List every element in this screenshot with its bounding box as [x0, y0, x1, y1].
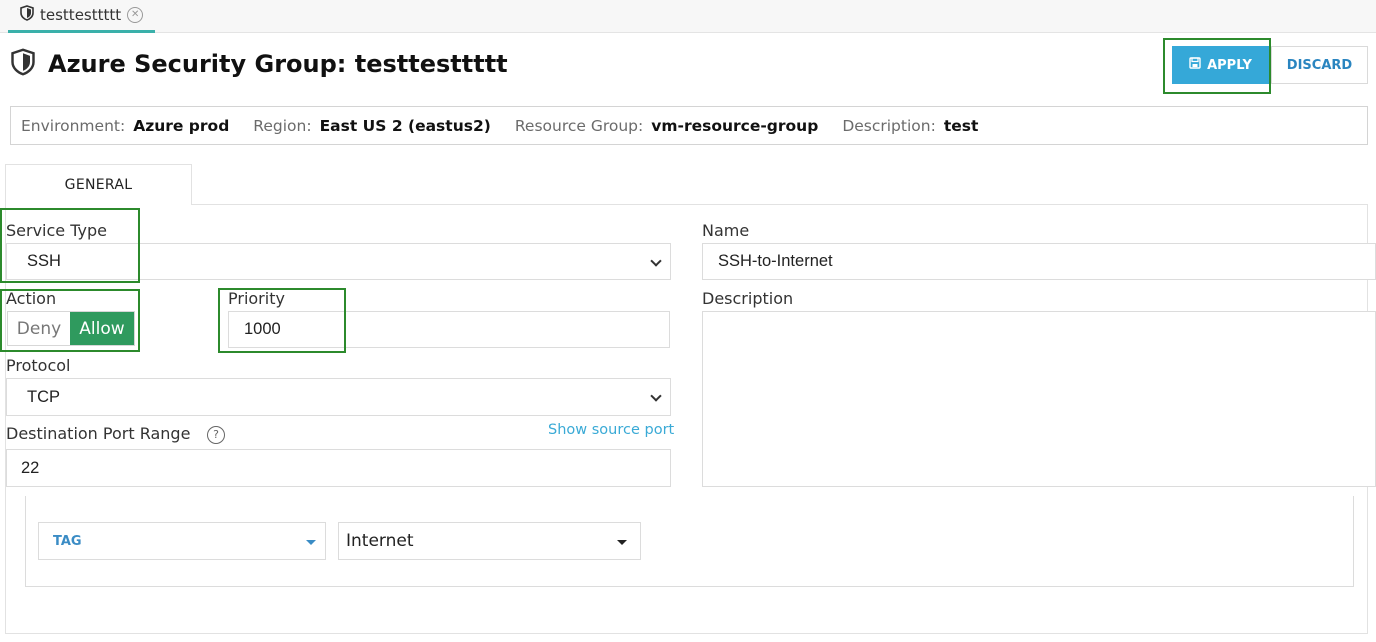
protocol-label: Protocol — [6, 356, 71, 375]
caret-down-icon — [617, 540, 627, 545]
dest-port-label: Destination Port Range — [6, 424, 191, 443]
description-field-label: Description — [702, 289, 794, 308]
chevron-down-icon — [650, 390, 662, 402]
region-label: Region: — [253, 116, 312, 135]
name-label: Name — [702, 221, 750, 240]
resource-group-label: Resource Group: — [514, 116, 644, 135]
tab-strip: testtesttttt ✕ — [0, 0, 1376, 33]
save-icon — [1189, 57, 1201, 73]
protocol-select[interactable]: TCP — [6, 378, 671, 416]
dest-port-value: 22 — [21, 458, 40, 477]
page-title: Azure Security Group: testtesttttt — [48, 50, 508, 78]
name-value: SSH-to-Internet — [718, 252, 833, 270]
name-input[interactable]: SSH-to-Internet — [702, 243, 1376, 280]
tab-label: testtesttttt — [40, 6, 122, 24]
tab-testtesttttt[interactable]: testtesttttt ✕ — [8, 0, 155, 33]
apply-label: APPLY — [1207, 57, 1252, 73]
region-value: East US 2 (eastus2) — [319, 116, 491, 135]
apply-button[interactable]: APPLY — [1172, 46, 1269, 84]
shield-icon — [10, 48, 36, 80]
shield-icon — [20, 5, 34, 25]
service-type-highlight — [0, 208, 140, 283]
description-label: Description: — [842, 116, 936, 135]
info-bar: Environment: Azure prod Region: East US … — [10, 106, 1368, 145]
environment-label: Environment: — [21, 116, 126, 135]
resource-group-value: vm-resource-group — [651, 116, 819, 135]
tab-general[interactable]: GENERAL — [5, 164, 192, 205]
page-header: Azure Security Group: testtesttttt — [10, 46, 508, 82]
description-value: test — [943, 116, 979, 135]
discard-button[interactable]: DISCARD — [1271, 46, 1368, 84]
tag-target-select[interactable]: Internet — [338, 522, 641, 560]
show-source-port-link[interactable]: Show source port — [548, 422, 674, 438]
tag-value: TAG — [53, 533, 82, 549]
close-icon[interactable]: ✕ — [127, 7, 144, 23]
caret-down-icon — [306, 540, 316, 545]
tag-select[interactable]: TAG — [38, 522, 326, 560]
help-icon[interactable]: ? — [207, 426, 225, 444]
environment-value: Azure prod — [133, 116, 230, 135]
chevron-down-icon — [650, 254, 662, 267]
description-textarea[interactable] — [702, 311, 1376, 487]
priority-highlight — [218, 288, 346, 353]
tag-target-value: Internet — [346, 531, 414, 551]
action-highlight — [0, 289, 140, 352]
protocol-value: TCP — [27, 387, 60, 406]
dest-port-input[interactable]: 22 — [6, 449, 671, 487]
